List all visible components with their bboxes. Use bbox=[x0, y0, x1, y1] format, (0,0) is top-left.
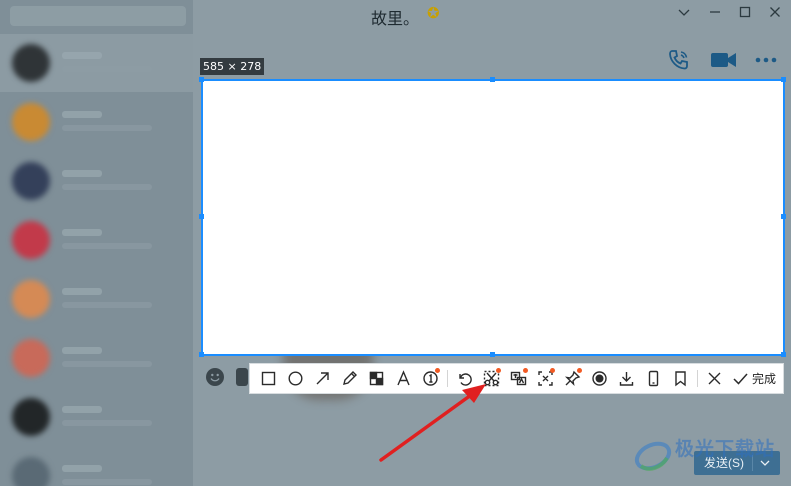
mosaic-tool[interactable] bbox=[363, 365, 390, 392]
chat-list-sidebar bbox=[0, 0, 193, 486]
avatar bbox=[12, 103, 50, 141]
resize-handle-bottom-right[interactable] bbox=[781, 352, 786, 357]
phone-icon bbox=[648, 370, 659, 387]
resize-handle-top-left[interactable] bbox=[199, 77, 204, 82]
done-button[interactable]: 完成 bbox=[728, 370, 780, 387]
chat-name-placeholder bbox=[62, 406, 102, 413]
new-feature-dot bbox=[435, 368, 440, 373]
rectangle-icon bbox=[261, 371, 276, 386]
arrow-tool[interactable] bbox=[309, 365, 336, 392]
record-tool[interactable] bbox=[586, 365, 613, 392]
close-window-icon[interactable] bbox=[766, 5, 784, 23]
record-icon bbox=[592, 371, 607, 386]
resize-handle-left[interactable] bbox=[199, 214, 204, 219]
video-call-icon[interactable] bbox=[710, 48, 736, 72]
avatar bbox=[12, 44, 50, 82]
pencil-icon bbox=[343, 371, 357, 385]
scissors-tool[interactable] bbox=[478, 365, 505, 392]
chat-list-item[interactable] bbox=[0, 93, 193, 151]
chat-preview-placeholder bbox=[62, 420, 152, 426]
new-feature-dot bbox=[550, 368, 555, 373]
undo-tool[interactable] bbox=[451, 365, 478, 392]
toolbar-separator bbox=[447, 370, 448, 387]
avatar bbox=[12, 280, 50, 318]
pin-tool[interactable] bbox=[559, 365, 586, 392]
title-bar: 故里。 ✪ bbox=[0, 0, 791, 32]
avatar bbox=[12, 457, 50, 486]
chat-list-item[interactable] bbox=[0, 388, 193, 446]
bookmark-tool[interactable] bbox=[667, 365, 694, 392]
chat-name-placeholder bbox=[62, 465, 102, 472]
rectangle-tool[interactable] bbox=[255, 365, 282, 392]
number-tool[interactable] bbox=[417, 365, 444, 392]
chat-preview-placeholder bbox=[62, 302, 152, 308]
circle-icon bbox=[288, 371, 303, 386]
text-recognition-tool[interactable] bbox=[532, 365, 559, 392]
chat-title: 故里。 bbox=[371, 9, 420, 28]
avatar bbox=[12, 339, 50, 377]
download-icon bbox=[619, 372, 634, 386]
avatar bbox=[12, 221, 50, 259]
checkmark-icon bbox=[733, 373, 748, 385]
new-feature-dot bbox=[577, 368, 582, 373]
minimize-icon[interactable] bbox=[706, 5, 724, 23]
resize-handle-top[interactable] bbox=[490, 77, 495, 82]
text-icon bbox=[397, 370, 410, 386]
resize-handle-right[interactable] bbox=[781, 214, 786, 219]
ellipse-tool[interactable] bbox=[282, 365, 309, 392]
chat-name-placeholder bbox=[62, 111, 102, 118]
phone-tool[interactable] bbox=[640, 365, 667, 392]
chat-name-placeholder bbox=[62, 52, 102, 59]
gif-icon[interactable] bbox=[236, 368, 248, 386]
done-button-label: 完成 bbox=[752, 372, 777, 386]
chat-list-item[interactable] bbox=[0, 152, 193, 210]
chat-list-item[interactable] bbox=[0, 34, 193, 92]
chat-list-item[interactable] bbox=[0, 447, 193, 486]
pen-tool[interactable] bbox=[336, 365, 363, 392]
chat-preview-placeholder bbox=[62, 479, 152, 485]
text-tool[interactable] bbox=[390, 365, 417, 392]
chat-preview-placeholder bbox=[62, 243, 152, 249]
selection-size-label: 585 × 278 bbox=[200, 58, 265, 75]
star-icon[interactable]: ✪ bbox=[427, 4, 440, 22]
emoji-icon[interactable] bbox=[206, 368, 224, 386]
chat-name-placeholder bbox=[62, 170, 102, 177]
new-feature-dot bbox=[496, 368, 501, 373]
chat-preview-placeholder bbox=[62, 361, 152, 367]
chat-preview-placeholder bbox=[62, 125, 152, 131]
avatar bbox=[12, 398, 50, 436]
chat-list-item[interactable] bbox=[0, 329, 193, 387]
translate-tool[interactable] bbox=[505, 365, 532, 392]
resize-handle-bottom-left[interactable] bbox=[199, 352, 204, 357]
watermark-text: 极光下载站 bbox=[675, 438, 776, 460]
undo-icon bbox=[459, 373, 472, 386]
more-options-icon[interactable] bbox=[754, 48, 780, 72]
chat-preview-placeholder bbox=[62, 184, 152, 190]
new-feature-dot bbox=[523, 368, 528, 373]
chat-name-placeholder bbox=[62, 229, 102, 236]
download-tool[interactable] bbox=[613, 365, 640, 392]
watermark: 极光下载站 bbox=[631, 432, 791, 482]
screenshot-toolbar: 完成 bbox=[249, 363, 784, 394]
watermark-logo-icon bbox=[634, 441, 672, 471]
close-tool[interactable] bbox=[701, 365, 728, 392]
voice-call-icon[interactable] bbox=[667, 48, 693, 72]
arrow-icon bbox=[316, 372, 329, 385]
chat-preview-placeholder bbox=[62, 66, 152, 72]
bookmark-icon bbox=[675, 371, 686, 387]
screenshot-selection-area[interactable] bbox=[201, 79, 785, 356]
close-icon bbox=[708, 372, 721, 385]
resize-handle-bottom[interactable] bbox=[490, 352, 495, 357]
chat-list-item[interactable] bbox=[0, 270, 193, 328]
resize-handle-top-right[interactable] bbox=[781, 77, 786, 82]
mosaic-icon bbox=[369, 371, 384, 386]
toolbar-separator bbox=[697, 370, 698, 387]
maximize-icon[interactable] bbox=[736, 5, 754, 23]
chevron-down-icon[interactable] bbox=[675, 5, 693, 23]
chat-list-item[interactable] bbox=[0, 211, 193, 269]
avatar bbox=[12, 162, 50, 200]
chat-name-placeholder bbox=[62, 347, 102, 354]
chat-name-placeholder bbox=[62, 288, 102, 295]
